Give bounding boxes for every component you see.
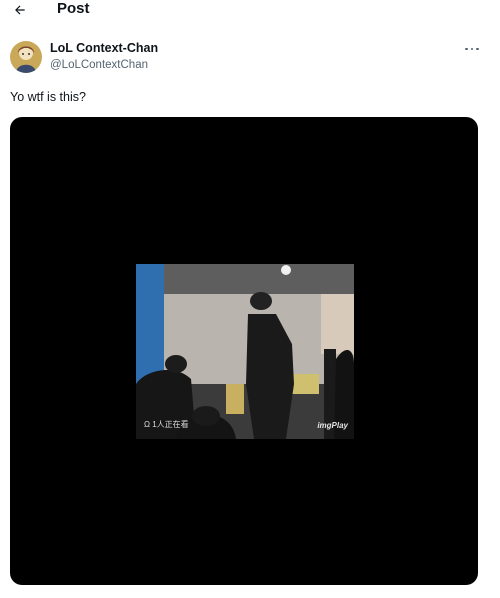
post-text: Yo wtf is this? [10, 90, 86, 104]
video-watermark: imgPlay [317, 421, 348, 430]
author-handle[interactable]: @LoLContextChan [50, 58, 148, 72]
video-frame[interactable]: Ω 1人正在看 imgPlay [136, 264, 354, 439]
video-still-image [136, 264, 354, 439]
back-button[interactable] [10, 0, 30, 20]
arrow-left-icon [15, 5, 25, 15]
author-display-name[interactable]: LoL Context-Chan [50, 41, 158, 56]
top-bar: Post [0, 0, 500, 22]
more-options-button[interactable] [462, 44, 482, 54]
post-media-video[interactable]: Ω 1人正在看 imgPlay [10, 117, 478, 585]
video-caption: Ω 1人正在看 [144, 420, 189, 429]
more-horizontal-icon [465, 47, 468, 51]
avatar[interactable] [10, 41, 42, 73]
avatar-image [10, 41, 42, 73]
page-title: Post [57, 0, 90, 17]
